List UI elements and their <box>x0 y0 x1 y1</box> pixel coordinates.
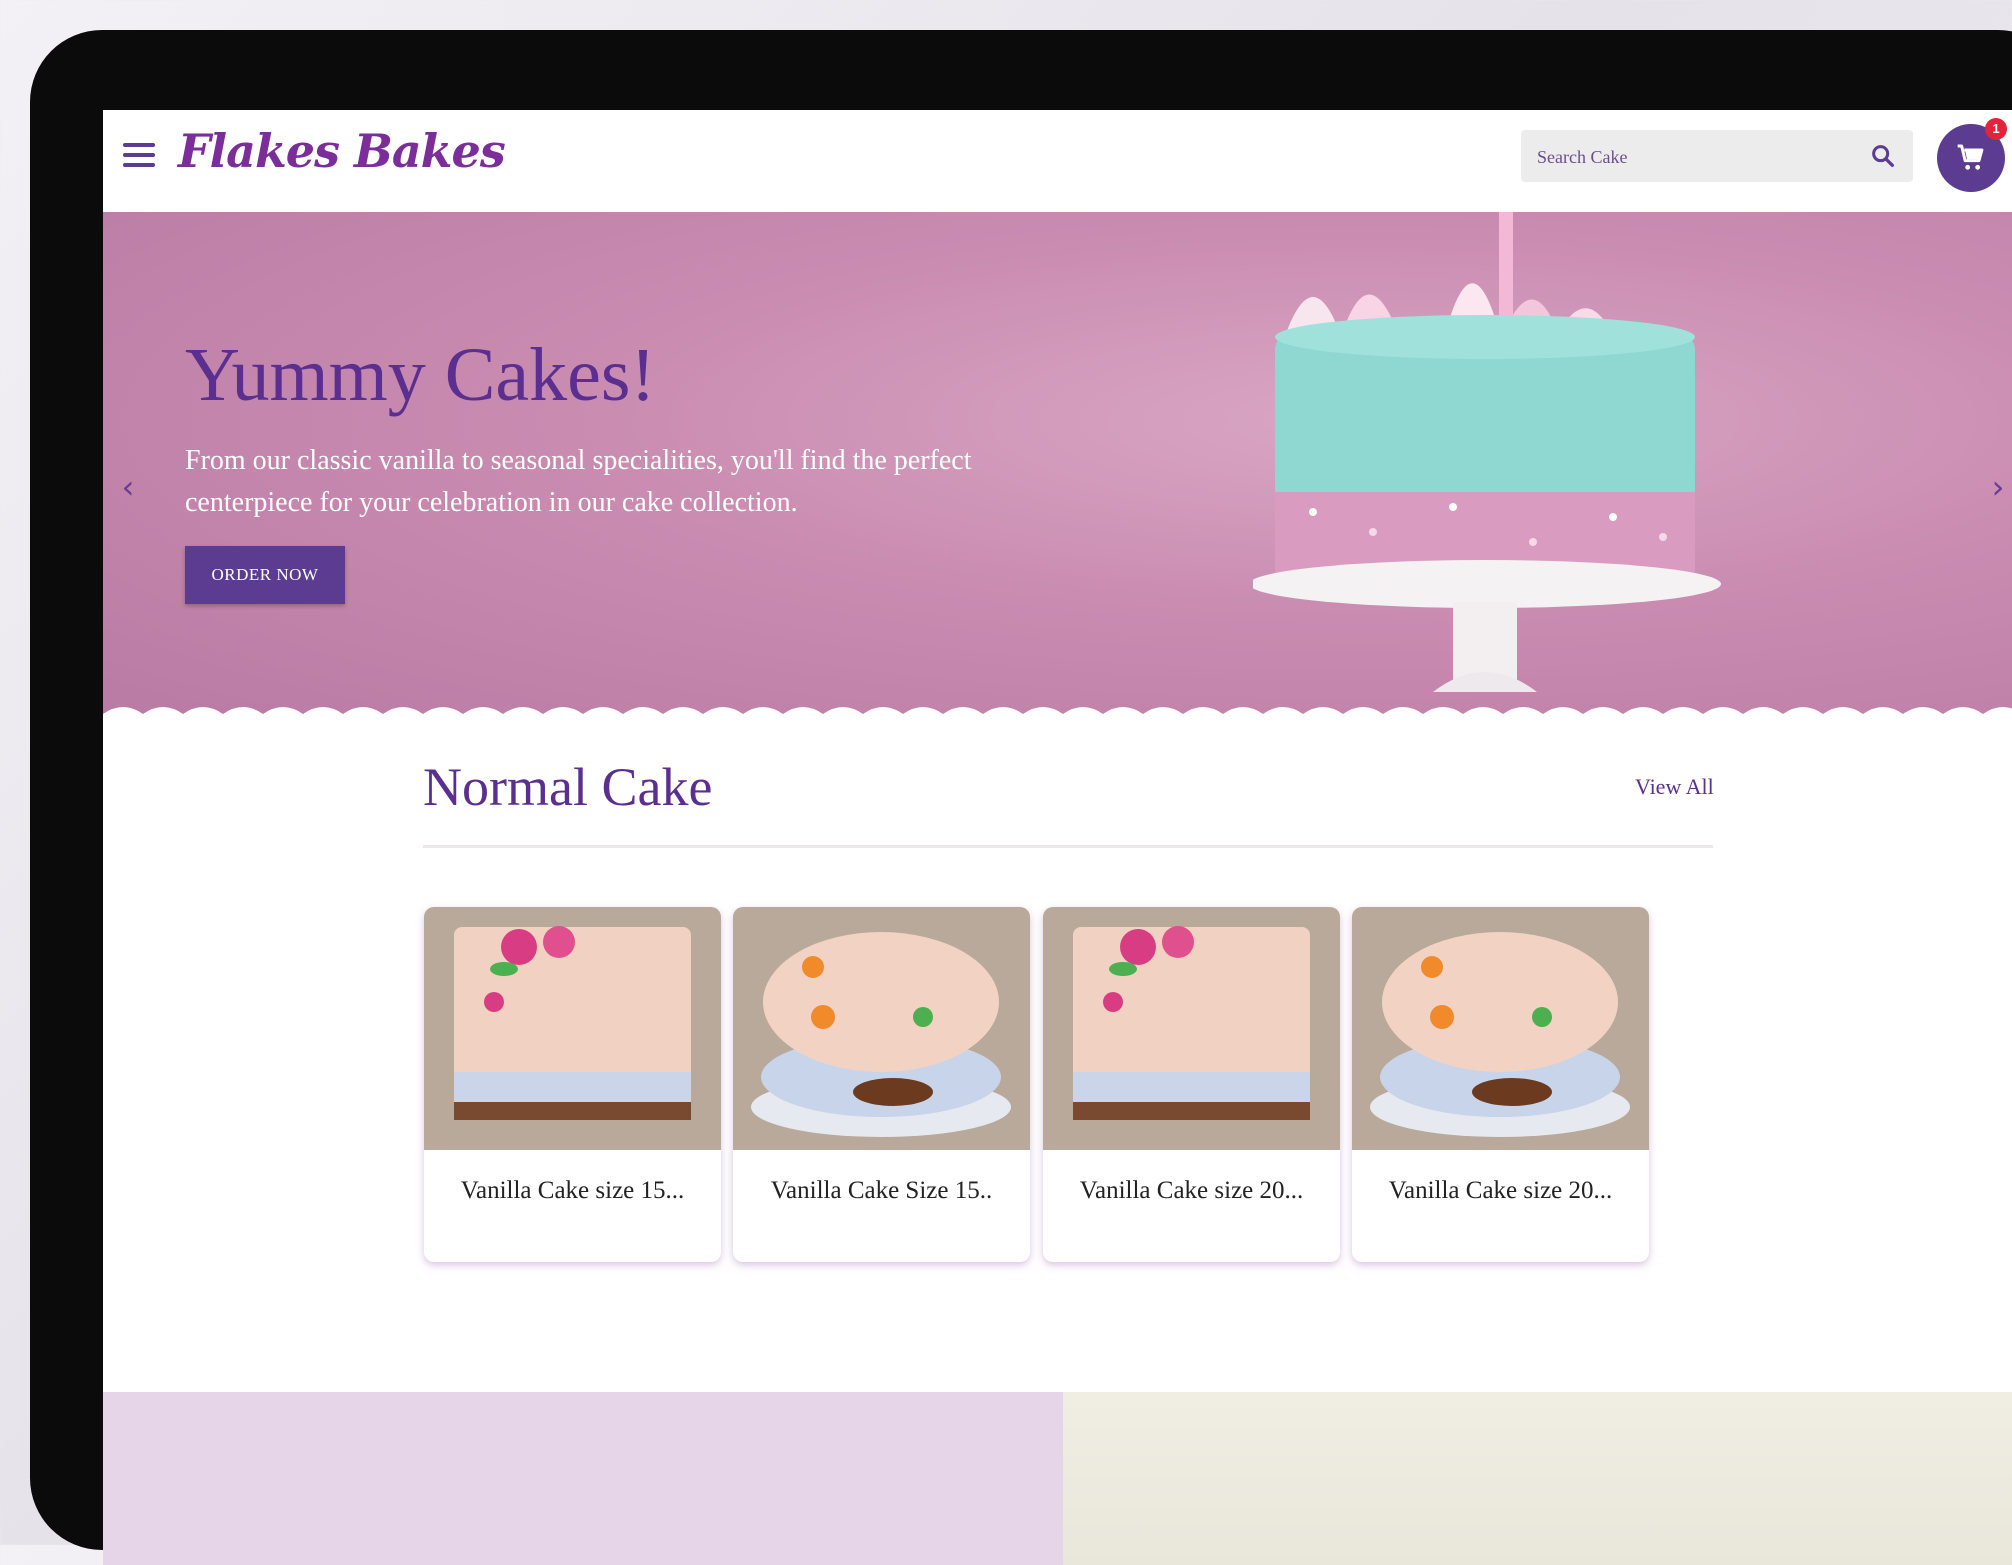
product-title: Vanilla Cake Size 15.. <box>770 1177 993 1204</box>
hero-cake-image <box>1253 212 1721 692</box>
app-screen: Flakes Bakes 1 ‹ Yummy <box>103 110 2012 1565</box>
hero-title: Yummy Cakes! <box>185 333 656 417</box>
product-card[interactable]: Vanilla Cake Size 15.. <box>733 907 1030 1262</box>
menu-bar <box>123 143 155 147</box>
product-title: Vanilla Cake size 20... <box>1079 1177 1304 1204</box>
product-card[interactable]: Vanilla Cake size 20... <box>1352 907 1649 1262</box>
bottom-image-panel <box>1063 1392 2012 1565</box>
product-image <box>424 907 721 1150</box>
product-image <box>1043 907 1340 1150</box>
section-divider <box>423 845 1713 848</box>
bottom-promo-panel <box>103 1392 1063 1565</box>
top-header: Flakes Bakes 1 <box>103 110 2012 212</box>
product-card[interactable]: Vanilla Cake size 20... <box>1043 907 1340 1262</box>
tablet-frame: Flakes Bakes 1 ‹ Yummy <box>30 30 2012 1565</box>
hero-banner: ‹ Yummy Cakes! From our classic vanilla … <box>103 212 2012 732</box>
search-input[interactable] <box>1535 138 1859 176</box>
product-card[interactable]: Vanilla Cake size 15... <box>424 907 721 1262</box>
brand-logo[interactable]: Flakes Bakes <box>178 124 506 178</box>
product-title: Vanilla Cake size 15... <box>460 1177 685 1204</box>
shopping-cart-icon <box>1957 144 1984 170</box>
section-title: Normal Cake <box>423 757 713 817</box>
hamburger-menu-icon[interactable] <box>123 143 155 167</box>
menu-bar <box>123 163 155 167</box>
scallop-edge-divider <box>103 707 2012 732</box>
view-all-link[interactable]: View All <box>1635 774 1714 800</box>
carousel-prev-arrow[interactable]: ‹ <box>113 467 143 507</box>
search-icon[interactable] <box>1869 142 1897 170</box>
product-title: Vanilla Cake size 20... <box>1388 1177 1613 1204</box>
carousel-next-arrow[interactable]: › <box>1983 467 2012 507</box>
cart-button[interactable]: 1 <box>1937 118 2007 192</box>
product-image <box>1352 907 1649 1150</box>
menu-bar <box>123 153 155 157</box>
product-image <box>733 907 1030 1150</box>
cart-count-badge: 1 <box>1985 118 2007 140</box>
hero-description: From our classic vanilla to seasonal spe… <box>185 445 972 518</box>
order-now-button[interactable]: ORDER NOW <box>185 546 345 604</box>
search-box <box>1521 130 1913 182</box>
